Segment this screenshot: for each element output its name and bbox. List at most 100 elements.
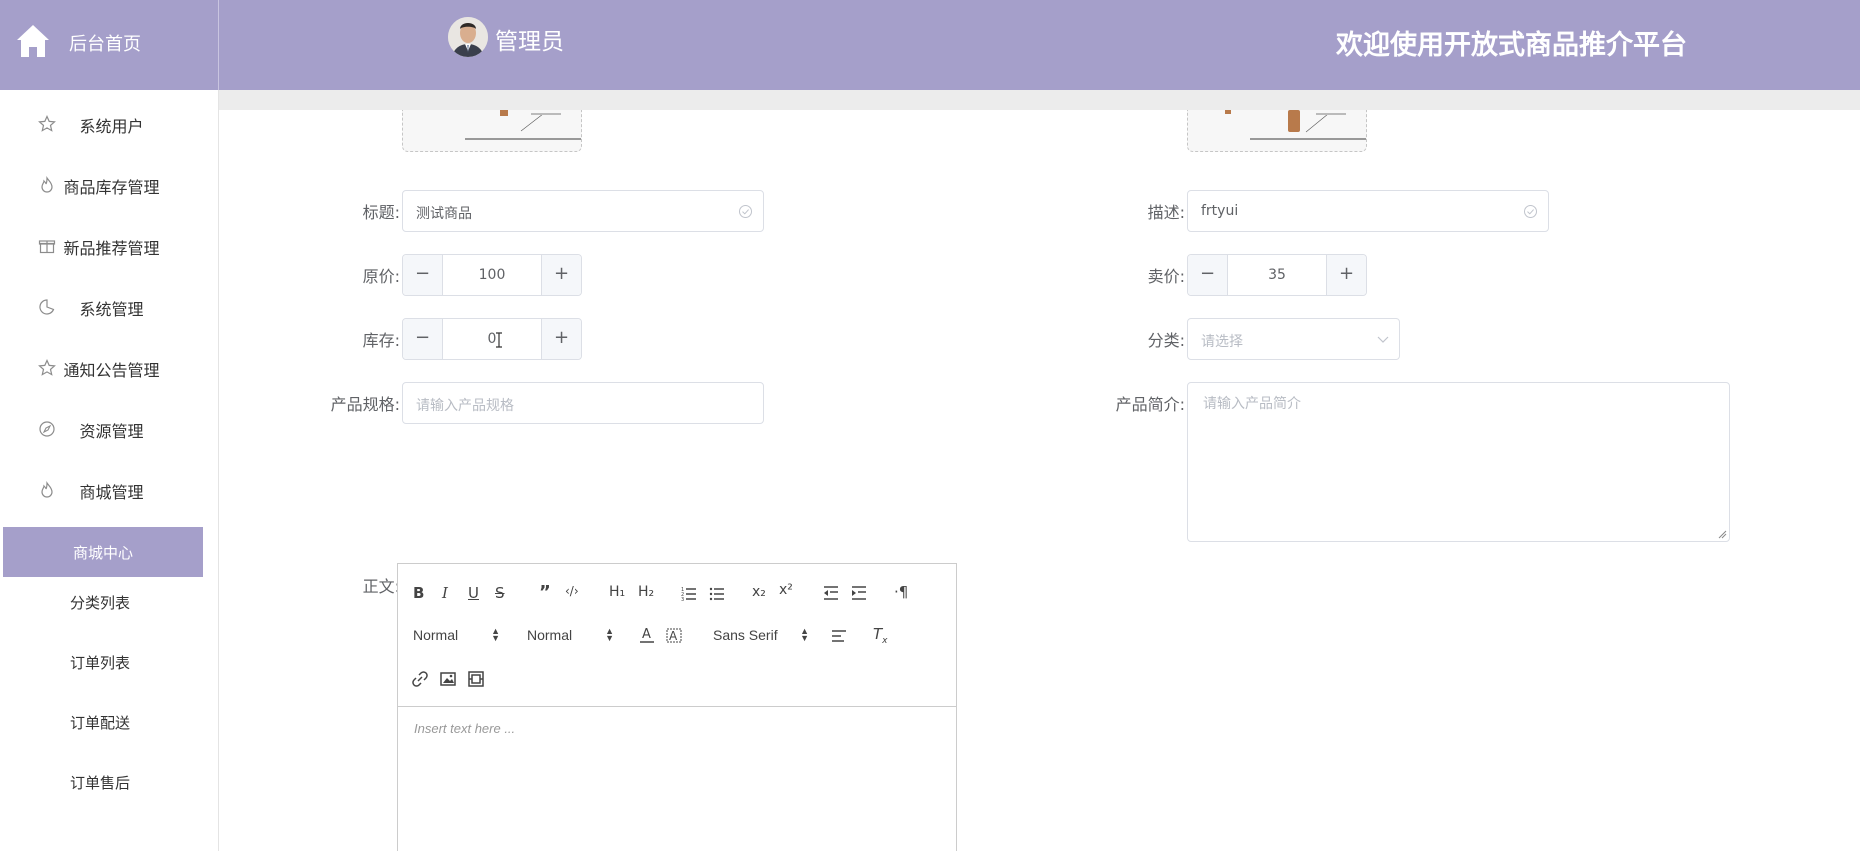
avatar-image	[448, 17, 488, 57]
sidebar-item-mall[interactable]: 商城管理	[0, 459, 219, 520]
sidebar-subitem-order-list[interactable]: 订单列表	[0, 637, 219, 687]
check-circle-icon	[739, 205, 752, 218]
sidebar-subitem-label: 分类列表	[69, 594, 130, 612]
product-image-thumbnail[interactable]	[1187, 110, 1367, 152]
intro-placeholder: 请输入产品简介	[1203, 396, 1301, 412]
svg-text:A: A	[669, 629, 678, 643]
subscript-button[interactable]: x₂	[752, 584, 766, 600]
image-icon[interactable]	[440, 671, 456, 687]
sidebar-subitem-order-delivery[interactable]: 订单配送	[0, 697, 219, 747]
check-circle-icon	[1524, 205, 1537, 218]
sale-price-label: 卖价:	[1147, 267, 1185, 286]
bold-button[interactable]: B	[413, 584, 424, 602]
spec-label: 产品规格:	[330, 395, 400, 414]
superscript-button[interactable]: x²	[779, 582, 793, 598]
sidebar-item-new-products[interactable]: 新品推荐管理	[0, 215, 219, 276]
editor-placeholder[interactable]: Insert text here ...	[414, 721, 515, 736]
sidebar-item-label: 系统管理	[79, 300, 144, 319]
intro-label: 产品简介:	[1115, 395, 1185, 414]
select-arrows-icon: ▲ ▼	[800, 626, 809, 643]
header-divider	[219, 90, 1860, 110]
font-select[interactable]: Sans Serif ▲ ▼	[713, 626, 809, 644]
text-direction-icon[interactable]: ·¶	[894, 583, 908, 601]
category-placeholder: 请选择	[1201, 334, 1243, 350]
bullet-list-icon[interactable]	[709, 585, 725, 601]
rich-text-editor[interactable]: B I U S ” ‹/› H₁ H₂ 123 x₂ x² ·¶ Normal …	[397, 563, 957, 851]
increment-button[interactable]: +	[541, 255, 581, 295]
sidebar-item-label: 资源管理	[79, 422, 144, 441]
header-2-button[interactable]: H₂	[638, 584, 654, 600]
increment-button[interactable]: +	[541, 319, 581, 359]
align-left-icon[interactable]	[831, 628, 847, 644]
sidebar-subitem-label: 订单配送	[69, 714, 130, 732]
description-field[interactable]: frtyui	[1187, 190, 1549, 232]
sidebar-subitem-category-list[interactable]: 分类列表	[0, 577, 219, 627]
decrement-button[interactable]: −	[1188, 255, 1228, 295]
title-label: 标题:	[362, 203, 400, 222]
sidebar: 后台首页 系统用户 商品库存管理 新品推荐管理 系统管理 通知公告管理 资源管理	[0, 0, 219, 851]
sale-price-stepper[interactable]: − 35 +	[1187, 254, 1367, 296]
strike-button[interactable]: S	[495, 584, 505, 602]
indent-icon[interactable]	[851, 585, 867, 601]
select-arrows-icon: ▲ ▼	[491, 626, 500, 643]
sidebar-item-label: 通知公告管理	[63, 361, 160, 380]
avatar[interactable]	[448, 17, 488, 57]
link-icon[interactable]	[412, 671, 428, 687]
description-label: 描述:	[1147, 203, 1185, 222]
decrement-button[interactable]: −	[403, 319, 443, 359]
stock-stepper[interactable]: − 0 +	[402, 318, 582, 360]
original-price-label: 原价:	[362, 267, 400, 286]
header-select[interactable]: Normal ▲ ▼	[413, 626, 500, 644]
sale-price-value[interactable]: 35	[1228, 267, 1326, 283]
brand-home[interactable]: 后台首页	[0, 0, 219, 90]
sidebar-item-resources[interactable]: 资源管理	[0, 398, 219, 459]
admin-label[interactable]: 管理员	[495, 22, 564, 56]
ordered-list-icon[interactable]: 123	[681, 585, 697, 601]
sidebar-subitem-after-sales[interactable]: 订单售后	[0, 757, 219, 807]
resize-handle-icon[interactable]	[1717, 529, 1727, 539]
blockquote-icon[interactable]: ”	[539, 582, 551, 603]
video-icon[interactable]	[468, 671, 484, 687]
title-field[interactable]: 测试商品	[402, 190, 764, 232]
font-color-icon[interactable]: A	[639, 625, 655, 645]
clear-format-icon[interactable]: Tx	[873, 625, 888, 646]
background-color-icon[interactable]: A	[666, 625, 682, 645]
sidebar-subitem-label: 商城中心	[72, 544, 133, 562]
home-icon	[17, 25, 49, 57]
original-price-stepper[interactable]: − 100 +	[402, 254, 582, 296]
size-select[interactable]: Normal ▲ ▼	[527, 627, 614, 644]
original-price-value[interactable]: 100	[443, 267, 541, 283]
sidebar-item-label: 新品推荐管理	[63, 239, 160, 258]
font-select-value: Sans Serif	[713, 627, 778, 643]
sidebar-item-label: 商品库存管理	[63, 178, 160, 197]
outdent-icon[interactable]	[823, 585, 839, 601]
stock-label: 库存:	[362, 331, 400, 350]
sidebar-item-system[interactable]: 系统管理	[0, 276, 219, 337]
code-block-icon[interactable]: ‹/›	[565, 584, 579, 598]
platform-title: 欢迎使用开放式商品推介平台	[1336, 30, 1687, 61]
category-label: 分类:	[1147, 331, 1185, 350]
chevron-down-icon	[1377, 336, 1389, 343]
size-select-value: Normal	[527, 627, 573, 643]
italic-button[interactable]: I	[442, 584, 448, 602]
sidebar-item-notices[interactable]: 通知公告管理	[0, 337, 219, 398]
sidebar-item-inventory[interactable]: 商品库存管理	[0, 154, 219, 215]
header-select-value: Normal	[413, 627, 459, 643]
sidebar-item-label: 系统用户	[79, 117, 144, 136]
stock-value[interactable]: 0	[443, 331, 541, 347]
underline-button[interactable]: U	[468, 584, 479, 602]
body-label: 正文:	[362, 577, 400, 596]
text-cursor-icon	[496, 332, 502, 348]
intro-textarea[interactable]: 请输入产品简介	[1187, 382, 1730, 542]
increment-button[interactable]: +	[1326, 255, 1366, 295]
sidebar-item-system-users[interactable]: 系统用户	[0, 93, 219, 154]
spec-field[interactable]: 请输入产品规格	[402, 382, 764, 424]
header-1-button[interactable]: H₁	[609, 584, 625, 600]
decrement-button[interactable]: −	[403, 255, 443, 295]
description-value: frtyui	[1201, 203, 1239, 219]
sidebar-subitem-mall-center[interactable]: 商城中心	[3, 527, 203, 577]
sidebar-subitem-label: 订单售后	[69, 774, 130, 792]
category-select[interactable]: 请选择	[1187, 318, 1400, 360]
home-label: 后台首页	[69, 34, 141, 55]
product-image-thumbnail[interactable]	[402, 110, 582, 152]
